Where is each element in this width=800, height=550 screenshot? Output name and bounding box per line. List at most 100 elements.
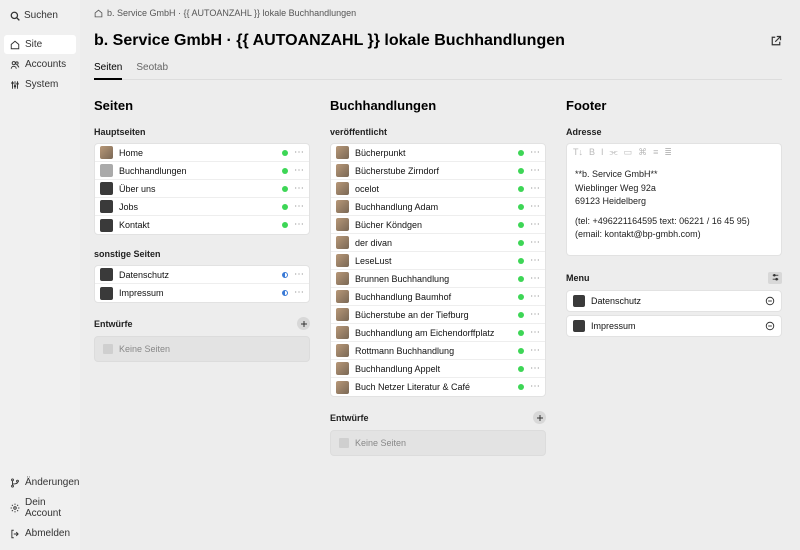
list-item[interactable]: Buchhandlungen ⋯ xyxy=(95,162,309,180)
list-item[interactable]: Buchhandlung am Eichendorffplatz⋯ xyxy=(331,324,545,342)
more-actions-button[interactable]: ⋯ xyxy=(530,274,540,284)
toolbar-link[interactable]: ⫘ xyxy=(610,147,618,158)
menu-item-label: Impressum xyxy=(591,321,758,331)
breadcrumb-text: b. Service GmbH · {{ AUTOANZAHL }} lokal… xyxy=(107,8,356,18)
toolbar-ul[interactable]: ≡ xyxy=(653,147,658,158)
nav-item-site[interactable]: Site xyxy=(4,35,76,54)
more-actions-button[interactable]: ⋯ xyxy=(294,220,304,230)
list-item-label: Home xyxy=(119,148,276,158)
toolbar-code[interactable]: ⌘ xyxy=(638,147,647,158)
address-editor[interactable]: **b. Service GmbH** Wieblinger Weg 92a 6… xyxy=(566,161,782,256)
list-item[interactable]: Bücher Köndgen⋯ xyxy=(331,216,545,234)
more-actions-button[interactable]: ⋯ xyxy=(530,256,540,266)
external-link-icon[interactable] xyxy=(770,35,782,47)
section-other-pages-label: sonstige Seiten xyxy=(94,249,310,259)
add-page-draft-button[interactable] xyxy=(297,317,310,330)
more-actions-button[interactable]: ⋯ xyxy=(294,166,304,176)
column-footer: Footer Adresse T↓ B I ⫘ ▭ ⌘ ≡ ≣ **b. Ser… xyxy=(566,98,782,340)
list-item[interactable]: Buch Netzer Literatur & Café⋯ xyxy=(331,378,545,396)
more-actions-button[interactable]: ⋯ xyxy=(530,310,540,320)
list-item[interactable]: Bücherstube Zirndorf⋯ xyxy=(331,162,545,180)
footer-menu-header: Menu xyxy=(566,272,782,284)
toolbar-bold[interactable]: B xyxy=(589,147,595,158)
more-actions-button[interactable]: ⋯ xyxy=(530,382,540,392)
list-item[interactable]: Jobs⋯ xyxy=(95,198,309,216)
list-item[interactable]: der divan⋯ xyxy=(331,234,545,252)
list-item[interactable]: LeseLust⋯ xyxy=(331,252,545,270)
tabs: Seiten Seotab xyxy=(94,62,782,80)
more-actions-button[interactable]: ⋯ xyxy=(530,184,540,194)
list-item-label: Bücherpunkt xyxy=(355,148,512,158)
status-half-icon xyxy=(282,272,288,278)
nav-item-label: Änderungen xyxy=(25,477,80,488)
toolbar-italic[interactable]: I xyxy=(601,147,604,158)
address-line-5: (email: kontakt@bp-gmbh.com) xyxy=(575,229,701,239)
list-item[interactable]: Home ⋯ xyxy=(95,144,309,162)
list-item[interactable]: Buchhandlung Appelt ⋯ xyxy=(331,360,545,378)
more-actions-button[interactable]: ⋯ xyxy=(294,184,304,194)
nav-item-änderungen[interactable]: Änderungen xyxy=(4,473,76,492)
search-button[interactable]: Suchen xyxy=(4,6,76,25)
more-actions-button[interactable]: ⋯ xyxy=(530,148,540,158)
nav-item-label: System xyxy=(25,79,58,90)
more-actions-button[interactable]: ⋯ xyxy=(530,166,540,176)
more-actions-button[interactable]: ⋯ xyxy=(530,202,540,212)
status-published-icon xyxy=(282,186,288,192)
thumbnail xyxy=(336,182,349,195)
search-icon xyxy=(10,11,20,21)
nav-item-system[interactable]: System xyxy=(4,75,76,94)
more-actions-button[interactable]: ⋯ xyxy=(294,288,304,298)
list-item[interactable]: Kontakt ⋯ xyxy=(95,216,309,234)
list-item-label: Buchhandlung Appelt xyxy=(355,364,512,374)
tab-seotab[interactable]: Seotab xyxy=(136,62,168,79)
list-item[interactable]: Buchhandlung Baumhof⋯ xyxy=(331,288,545,306)
list-item[interactable]: Datenschutz ⋯ xyxy=(95,266,309,284)
nav-item-abmelden[interactable]: Abmelden xyxy=(4,524,76,543)
list-item-label: Datenschutz xyxy=(119,270,276,280)
more-actions-button[interactable]: ⋯ xyxy=(530,238,540,248)
add-bookstore-draft-button[interactable] xyxy=(533,411,546,424)
toolbar-image[interactable]: ▭ xyxy=(624,147,633,158)
list-item[interactable]: Bücherpunkt ⋯ xyxy=(331,144,545,162)
list-item-label: Buchhandlungen xyxy=(119,166,276,176)
menu-item[interactable]: Impressum xyxy=(566,315,782,337)
list-item[interactable]: ocelot⋯ xyxy=(331,180,545,198)
more-actions-button[interactable]: ⋯ xyxy=(294,270,304,280)
more-actions-button[interactable]: ⋯ xyxy=(294,202,304,212)
thumbnail xyxy=(336,290,349,303)
list-item[interactable]: Brunnen Buchhandlung⋯ xyxy=(331,270,545,288)
menu-item[interactable]: Datenschutz xyxy=(566,290,782,312)
more-actions-button[interactable]: ⋯ xyxy=(294,148,304,158)
menu-settings-button[interactable] xyxy=(768,272,782,284)
list-item-label: Bücherstube an der Tiefburg xyxy=(355,310,512,320)
section-address-label: Adresse xyxy=(566,127,782,137)
thumbnail xyxy=(336,146,349,159)
list-item[interactable]: Buchhandlung Adam⋯ xyxy=(331,198,545,216)
file-icon xyxy=(339,438,349,448)
remove-button[interactable] xyxy=(764,295,775,306)
main-pages-list: Home⋯Buchhandlungen⋯Über uns⋯Jobs⋯Kontak… xyxy=(94,143,310,235)
list-item[interactable]: Über uns⋯ xyxy=(95,180,309,198)
home-icon[interactable] xyxy=(94,9,103,18)
more-actions-button[interactable]: ⋯ xyxy=(530,220,540,230)
list-item[interactable]: Impressum⋯ xyxy=(95,284,309,302)
more-actions-button[interactable]: ⋯ xyxy=(530,346,540,356)
list-item[interactable]: Bücherstube an der Tiefburg ⋯ xyxy=(331,306,545,324)
more-actions-button[interactable]: ⋯ xyxy=(530,328,540,338)
status-published-icon xyxy=(518,258,524,264)
toolbar-paragraph[interactable]: T↓ xyxy=(573,147,583,158)
thumbnail xyxy=(336,254,349,267)
thumbnail xyxy=(100,200,113,213)
more-actions-button[interactable]: ⋯ xyxy=(530,292,540,302)
list-item-label: Rottmann Buchhandlung xyxy=(355,346,512,356)
list-item[interactable]: Rottmann Buchhandlung ⋯ xyxy=(331,342,545,360)
tab-seiten[interactable]: Seiten xyxy=(94,62,122,80)
nav-item-dein-account[interactable]: Dein Account xyxy=(4,493,76,523)
status-published-icon xyxy=(518,168,524,174)
toolbar-ol[interactable]: ≣ xyxy=(664,147,672,158)
remove-button[interactable] xyxy=(764,320,775,331)
list-item-label: Kontakt xyxy=(119,220,276,230)
more-actions-button[interactable]: ⋯ xyxy=(530,364,540,374)
nav-item-accounts[interactable]: Accounts xyxy=(4,55,76,74)
column-pages-title: Seiten xyxy=(94,98,310,113)
